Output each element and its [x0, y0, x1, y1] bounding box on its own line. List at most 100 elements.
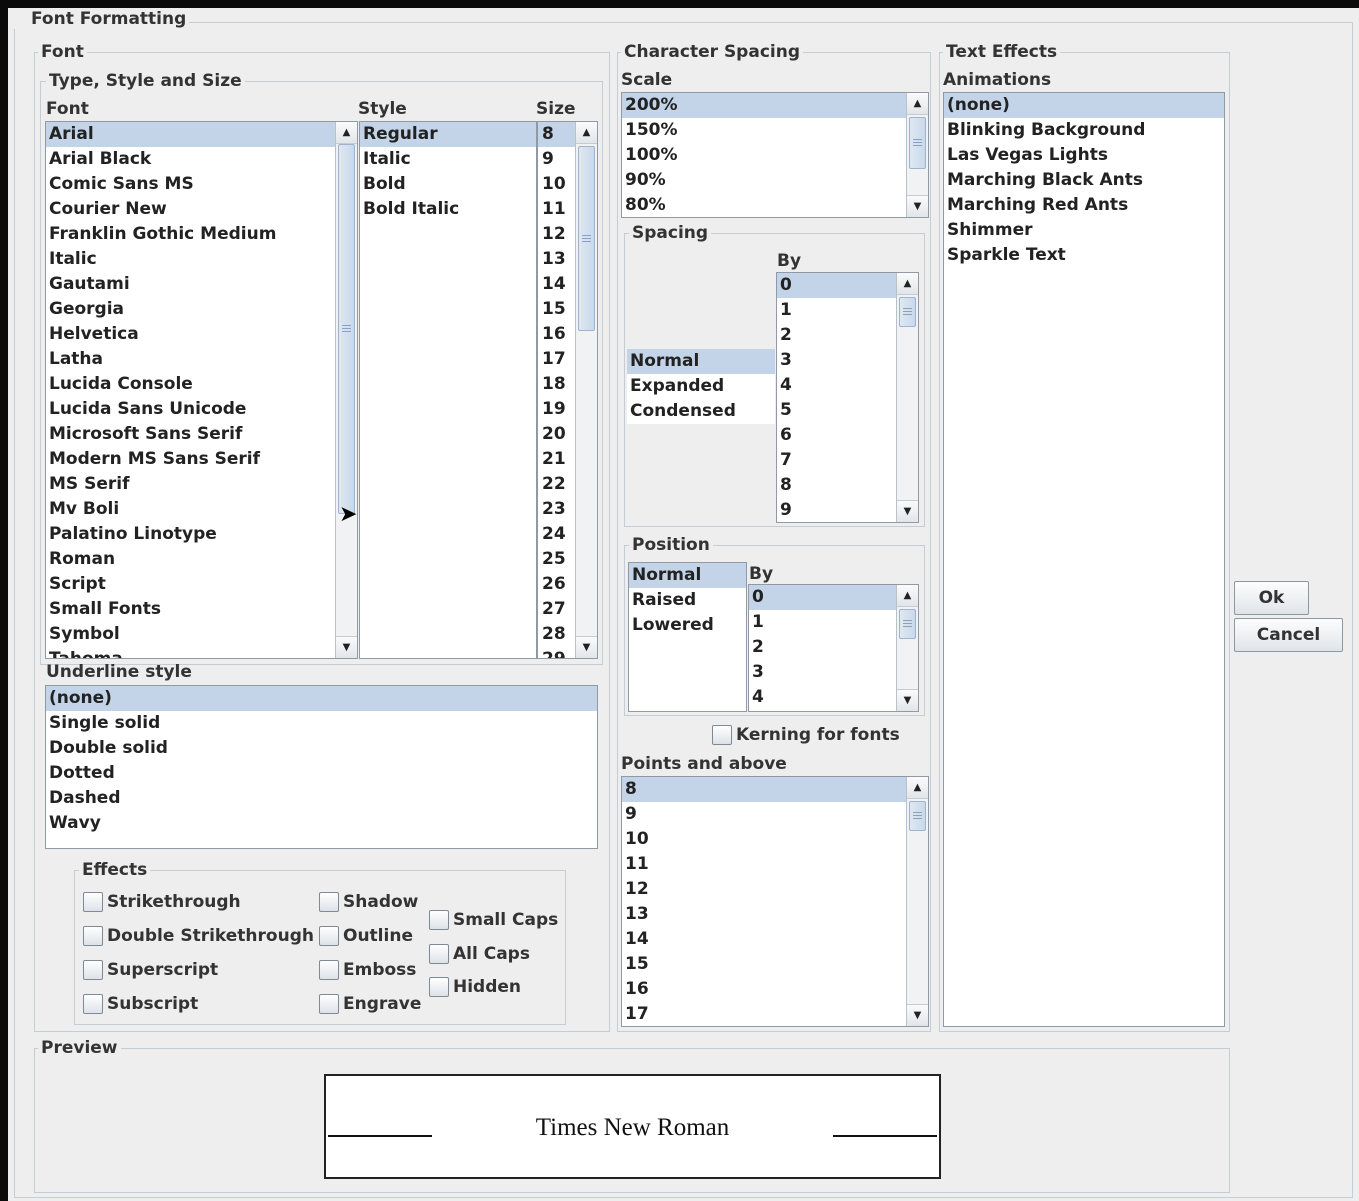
position-mode-item[interactable]: Raised	[629, 588, 746, 613]
font-list-item[interactable]: Modern MS Sans Serif	[46, 447, 357, 472]
font-list-item[interactable]: Tahoma	[46, 647, 357, 658]
all-caps-checkbox[interactable]: All Caps	[429, 944, 530, 964]
hidden-checkbox[interactable]: Hidden	[429, 977, 521, 997]
animations-list[interactable]: (none) Blinking Background Las Vegas Light…	[943, 92, 1225, 1027]
style-list-item[interactable]: Regular	[360, 122, 536, 147]
size-list-scrollbar[interactable]: ▲ ▼	[575, 122, 597, 658]
font-list-item[interactable]: Italic	[46, 247, 357, 272]
underline-list-item[interactable]: (none)	[46, 686, 597, 711]
spacing-mode-item[interactable]: Expanded	[627, 374, 775, 399]
subscript-checkbox[interactable]: Subscript	[83, 994, 198, 1014]
animation-list-item[interactable]: Sparkle Text	[944, 243, 1224, 268]
font-list-item[interactable]: Symbol	[46, 622, 357, 647]
position-by-item[interactable]: 1	[749, 610, 918, 635]
scroll-up-arrow-icon[interactable]: ▲	[907, 777, 928, 799]
cancel-button[interactable]: Cancel	[1234, 618, 1343, 652]
scroll-thumb[interactable]	[899, 297, 916, 327]
underline-list-item[interactable]: Dotted	[46, 761, 597, 786]
position-mode-item[interactable]: Lowered	[629, 613, 746, 638]
small-caps-checkbox[interactable]: Small Caps	[429, 910, 558, 930]
emboss-checkbox[interactable]: Emboss	[319, 960, 416, 980]
style-list-item[interactable]: Bold	[360, 172, 536, 197]
checkbox-box[interactable]	[83, 994, 103, 1014]
font-list-item[interactable]: Arial Black	[46, 147, 357, 172]
spacing-by-list[interactable]: 0123456789 ▲ ▼	[776, 272, 919, 523]
spacing-mode-item[interactable]: Condensed	[627, 399, 775, 424]
scale-list-item[interactable]: 200%	[622, 93, 928, 118]
scale-list-item[interactable]: 90%	[622, 168, 928, 193]
checkbox-box[interactable]	[429, 944, 449, 964]
scroll-up-arrow-icon[interactable]: ▲	[907, 93, 928, 115]
underline-list-item[interactable]: Double solid	[46, 736, 597, 761]
scroll-down-arrow-icon[interactable]: ▼	[897, 689, 918, 711]
font-list-item[interactable]: Comic Sans MS	[46, 172, 357, 197]
animation-list-item[interactable]: Shimmer	[944, 218, 1224, 243]
points-list-item[interactable]: 9	[622, 802, 928, 827]
scroll-thumb[interactable]	[338, 144, 355, 514]
font-list-item[interactable]: Microsoft Sans Serif	[46, 422, 357, 447]
font-list-item[interactable]: Palatino Linotype	[46, 522, 357, 547]
font-list-item[interactable]: Small Fonts	[46, 597, 357, 622]
spacing-mode-list[interactable]: Normal Expanded Condensed	[627, 349, 775, 424]
checkbox-box[interactable]	[83, 892, 103, 912]
scale-list-scrollbar[interactable]: ▲ ▼	[906, 93, 928, 217]
animation-list-item[interactable]: (none)	[944, 93, 1224, 118]
scroll-down-arrow-icon[interactable]: ▼	[336, 636, 357, 658]
scroll-down-arrow-icon[interactable]: ▼	[576, 636, 597, 658]
points-list[interactable]: 8 9 10 11 12 13 14 15 16 17 ▲ ▼	[621, 776, 929, 1027]
scroll-thumb[interactable]	[909, 801, 926, 831]
ok-button[interactable]: Ok	[1234, 581, 1309, 615]
spacing-mode-item[interactable]: Normal	[627, 349, 775, 374]
underline-list-item[interactable]: Dashed	[46, 786, 597, 811]
font-list-item[interactable]: MS Serif	[46, 472, 357, 497]
scroll-down-arrow-icon[interactable]: ▼	[907, 1004, 928, 1026]
spacing-by-scrollbar[interactable]: ▲ ▼	[896, 273, 918, 522]
style-list-item[interactable]: Italic	[360, 147, 536, 172]
checkbox-box[interactable]	[319, 892, 339, 912]
position-by-list[interactable]: 01234 ▲ ▼	[748, 584, 919, 712]
checkbox-box[interactable]	[83, 926, 103, 946]
position-by-item[interactable]: 4	[749, 685, 918, 710]
font-list-item[interactable]: Courier New	[46, 197, 357, 222]
font-list-item[interactable]: Roman	[46, 547, 357, 572]
scroll-thumb[interactable]	[578, 146, 595, 331]
size-list[interactable]: 8 9 10 11 12 13 14 15 16 17 18 19 20 21 22 23 24 25 26 27 28…	[537, 121, 598, 659]
style-list-item[interactable]: Bold Italic	[360, 197, 536, 222]
scroll-thumb[interactable]	[909, 117, 926, 169]
font-list-item[interactable]: Gautami	[46, 272, 357, 297]
underline-style-list[interactable]: (none) Single solid Double solid Dotted Dash…	[45, 685, 598, 849]
font-list-item[interactable]: Latha	[46, 347, 357, 372]
font-list-item[interactable]: Script	[46, 572, 357, 597]
scale-list-item[interactable]: 100%	[622, 143, 928, 168]
engrave-checkbox[interactable]: Engrave	[319, 994, 421, 1014]
scroll-thumb[interactable]	[899, 609, 916, 639]
points-list-item[interactable]: 16	[622, 977, 928, 1002]
checkbox-box[interactable]	[712, 725, 732, 745]
underline-list-item[interactable]: Single solid	[46, 711, 597, 736]
font-list-item[interactable]: Georgia	[46, 297, 357, 322]
checkbox-box[interactable]	[429, 910, 449, 930]
points-list-item[interactable]: 17	[622, 1002, 928, 1026]
points-list-item[interactable]: 15	[622, 952, 928, 977]
font-list-item[interactable]: Mv Boli	[46, 497, 357, 522]
points-list-item[interactable]: 13	[622, 902, 928, 927]
position-by-item[interactable]: 0	[749, 585, 918, 610]
scroll-down-arrow-icon[interactable]: ▼	[907, 195, 928, 217]
points-list-scrollbar[interactable]: ▲ ▼	[906, 777, 928, 1026]
scale-list-item[interactable]: 150%	[622, 118, 928, 143]
position-by-scrollbar[interactable]: ▲ ▼	[896, 585, 918, 711]
points-list-item[interactable]: 8	[622, 777, 928, 802]
font-list-item[interactable]: Helvetica	[46, 322, 357, 347]
font-list-item[interactable]: Franklin Gothic Medium	[46, 222, 357, 247]
animation-list-item[interactable]: Blinking Background	[944, 118, 1224, 143]
scroll-up-arrow-icon[interactable]: ▲	[576, 122, 597, 144]
scale-list-item[interactable]: 80%	[622, 193, 928, 217]
font-list-item[interactable]: Lucida Sans Unicode	[46, 397, 357, 422]
checkbox-box[interactable]	[429, 977, 449, 997]
animation-list-item[interactable]: Marching Black Ants	[944, 168, 1224, 193]
shadow-checkbox[interactable]: Shadow	[319, 892, 418, 912]
animation-list-item[interactable]: Marching Red Ants	[944, 193, 1224, 218]
outline-checkbox[interactable]: Outline	[319, 926, 413, 946]
points-list-item[interactable]: 14	[622, 927, 928, 952]
position-by-item[interactable]: 3	[749, 660, 918, 685]
